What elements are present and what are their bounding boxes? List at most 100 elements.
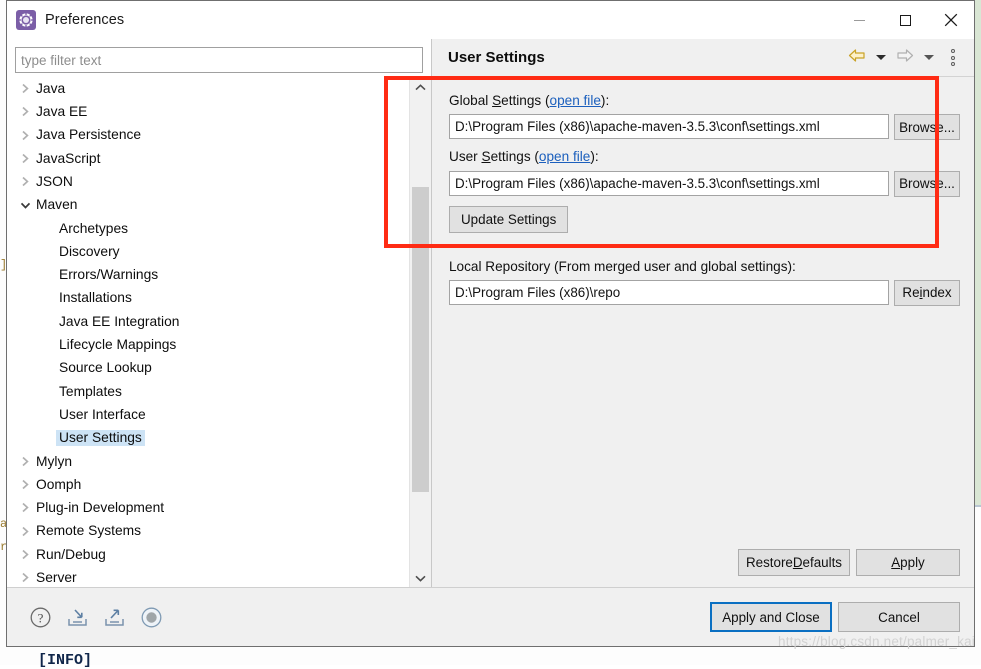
tree-item-java-persistence[interactable]: Java Persistence bbox=[7, 124, 401, 147]
tree-item-user-interface[interactable]: User Interface bbox=[7, 403, 401, 426]
global-settings-input[interactable] bbox=[449, 114, 889, 140]
export-icon[interactable] bbox=[103, 606, 126, 629]
tree-item-mylyn[interactable]: Mylyn bbox=[7, 450, 401, 473]
chevron-right-icon[interactable] bbox=[17, 502, 33, 513]
minimize-button[interactable] bbox=[836, 1, 882, 39]
page-content: Global Settings (open file): Browse... U… bbox=[432, 77, 974, 549]
maximize-icon bbox=[899, 14, 911, 26]
restore-defaults-post: efaults bbox=[802, 555, 842, 570]
chevron-right-icon[interactable] bbox=[17, 526, 33, 537]
chevron-down-icon[interactable] bbox=[17, 201, 33, 210]
user-settings-open-file-link[interactable]: open file bbox=[539, 149, 590, 164]
tree-item-errors-warnings[interactable]: Errors/Warnings bbox=[7, 263, 401, 286]
tree-item-remote-systems[interactable]: Remote Systems bbox=[7, 520, 401, 543]
tree-item-run-debug[interactable]: Run/Debug bbox=[7, 543, 401, 566]
restore-defaults-button[interactable]: Restore Defaults bbox=[738, 549, 850, 576]
chevron-right-icon[interactable] bbox=[17, 479, 33, 490]
local-repository-input[interactable] bbox=[449, 279, 889, 305]
tree-item-label: Lifecycle Mappings bbox=[59, 337, 177, 353]
chevron-right-icon[interactable] bbox=[17, 549, 33, 560]
scrollbar-thumb[interactable] bbox=[412, 187, 429, 492]
chevron-right-icon[interactable] bbox=[17, 572, 33, 583]
settings-page-pane: User Settings Global Settings (open file… bbox=[432, 39, 974, 587]
apply-button[interactable]: Apply bbox=[856, 549, 960, 576]
import-icon[interactable] bbox=[66, 606, 89, 629]
user-settings-browse-button[interactable]: Browse... bbox=[894, 170, 960, 197]
tree-item-javascript[interactable]: JavaScript bbox=[7, 147, 401, 170]
tree-item-label: Run/Debug bbox=[36, 546, 106, 562]
tree-item-user-settings[interactable]: User Settings bbox=[7, 426, 401, 449]
dialog-footer: ? Apply and Close Cancel bbox=[7, 587, 974, 646]
tree-item-label: Templates bbox=[59, 383, 122, 399]
tree-item-label: Archetypes bbox=[59, 220, 129, 236]
global-settings-browse-button[interactable]: Browse... bbox=[894, 114, 960, 141]
page-menu-button[interactable] bbox=[942, 47, 964, 69]
tree-item-label: Mylyn bbox=[36, 453, 73, 469]
chevron-right-icon[interactable] bbox=[17, 176, 33, 187]
tree-item-label: Java EE Integration bbox=[59, 313, 180, 329]
tree-scrollbar[interactable] bbox=[409, 77, 431, 587]
tree-item-templates[interactable]: Templates bbox=[7, 380, 401, 403]
tree-item-installations[interactable]: Installations bbox=[7, 287, 401, 310]
preferences-dialog: Preferences type filter text Java Java E… bbox=[6, 0, 975, 647]
forward-button[interactable] bbox=[894, 47, 916, 69]
forward-history-button[interactable] bbox=[918, 47, 940, 69]
page-header: User Settings bbox=[432, 39, 974, 77]
chevron-right-icon[interactable] bbox=[17, 456, 33, 467]
chevron-right-icon[interactable] bbox=[17, 106, 33, 117]
tree-item-label: Installations bbox=[59, 290, 132, 306]
tree-item-java[interactable]: Java bbox=[7, 77, 401, 100]
global-settings-open-file-link[interactable]: open file bbox=[550, 93, 601, 108]
apply-mnemonic: A bbox=[891, 555, 901, 570]
chevron-right-icon[interactable] bbox=[17, 153, 33, 164]
chevron-right-icon[interactable] bbox=[17, 130, 33, 141]
help-icon[interactable]: ? bbox=[29, 606, 52, 629]
tree-item-archetypes[interactable]: Archetypes bbox=[7, 217, 401, 240]
page-navigation bbox=[846, 47, 964, 69]
tree-item-maven[interactable]: Maven bbox=[7, 193, 401, 216]
chevron-right-icon[interactable] bbox=[17, 83, 33, 94]
close-button[interactable] bbox=[928, 1, 974, 39]
back-button[interactable] bbox=[846, 47, 868, 69]
tree-item-oomph[interactable]: Oomph bbox=[7, 473, 401, 496]
footer-icon-bar: ? bbox=[29, 606, 163, 629]
reindex-label-post: ndex bbox=[922, 285, 952, 301]
dialog-action-bar: Apply and Close Cancel bbox=[710, 602, 960, 632]
local-repository-row: Reindex bbox=[449, 279, 960, 306]
cancel-button[interactable]: Cancel bbox=[838, 602, 960, 632]
kebab-menu-icon bbox=[946, 47, 960, 69]
restore-defaults-mnemonic: D bbox=[792, 555, 803, 570]
tree-item-plug-in-development[interactable]: Plug-in Development bbox=[7, 496, 401, 519]
maximize-button[interactable] bbox=[882, 1, 928, 39]
ide-background-bottom-strip: [INFO] bbox=[0, 647, 981, 669]
tree-item-json[interactable]: JSON bbox=[7, 170, 401, 193]
user-settings-input[interactable] bbox=[449, 170, 889, 196]
tree-item-source-lookup[interactable]: Source Lookup bbox=[7, 357, 401, 380]
apply-and-close-button[interactable]: Apply and Close bbox=[710, 602, 832, 632]
tree-item-discovery[interactable]: Discovery bbox=[7, 240, 401, 263]
update-settings-button[interactable]: Update Settings bbox=[449, 205, 569, 233]
scroll-up-button[interactable] bbox=[410, 77, 431, 96]
console-info-text: [INFO] bbox=[38, 652, 93, 669]
tree-item-label: User Settings bbox=[56, 430, 145, 446]
preferences-tree: Java Java EE Java Persistence JavaScript JSO… bbox=[7, 77, 431, 587]
tree-item-java-ee-integration[interactable]: Java EE Integration bbox=[7, 310, 401, 333]
chevron-down-icon bbox=[415, 569, 426, 587]
chevron-up-icon bbox=[415, 78, 426, 96]
page-title: User Settings bbox=[448, 49, 545, 66]
filter-input[interactable] bbox=[15, 47, 423, 73]
reindex-label-pre: Re bbox=[902, 285, 920, 301]
scroll-down-button[interactable] bbox=[410, 568, 431, 587]
preferences-gear-icon bbox=[16, 10, 36, 30]
tree-item-server[interactable]: Server bbox=[7, 566, 401, 587]
local-repository-label: Local Repository (From merged user and g… bbox=[449, 258, 796, 274]
record-icon[interactable] bbox=[140, 606, 163, 629]
tree-item-java-ee[interactable]: Java EE bbox=[7, 100, 401, 123]
tree-item-lifecycle-mappings[interactable]: Lifecycle Mappings bbox=[7, 333, 401, 356]
filter-container bbox=[7, 39, 431, 77]
global-settings-label-pre: Global bbox=[449, 93, 493, 108]
tree-item-label: Java bbox=[36, 80, 66, 96]
user-settings-row: Browse... bbox=[449, 170, 960, 197]
back-history-button[interactable] bbox=[870, 47, 892, 69]
reindex-button[interactable]: Re i ndex bbox=[894, 279, 960, 306]
